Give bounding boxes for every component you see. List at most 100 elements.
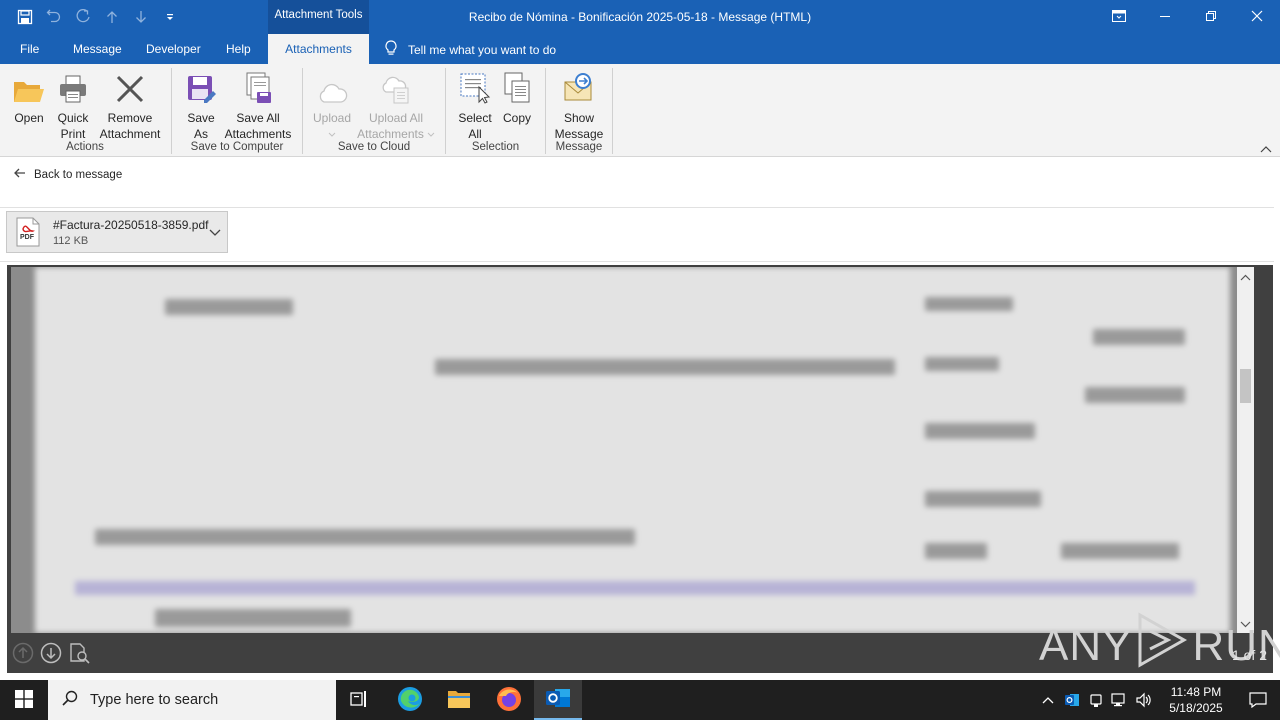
open-button[interactable]: Open — [8, 70, 50, 126]
open-label: Open — [14, 111, 44, 125]
attachment-dropdown-icon[interactable] — [209, 226, 221, 240]
quick-print-button[interactable]: Quick Print — [52, 70, 94, 142]
folder-open-icon — [8, 70, 50, 104]
taskbar-edge[interactable] — [386, 680, 434, 720]
next-item-icon[interactable] — [128, 6, 153, 28]
restore-icon[interactable] — [1188, 0, 1234, 32]
close-icon[interactable] — [1234, 0, 1280, 32]
group-selection-label: Selection — [471, 141, 520, 153]
save-as-icon — [180, 70, 222, 104]
taskbar-file-explorer[interactable] — [435, 680, 483, 720]
notifications-icon[interactable] — [1236, 680, 1280, 720]
upload-all-dropdown-icon — [427, 126, 435, 142]
firefox-icon — [496, 686, 522, 715]
tab-file[interactable]: File — [20, 34, 39, 64]
task-view-icon — [350, 690, 370, 711]
save-all-icon — [222, 70, 294, 104]
edge-icon — [397, 686, 423, 715]
upload-all-label-2: Attachments — [357, 127, 424, 141]
copy-button[interactable]: Copy — [498, 70, 536, 126]
upload-button[interactable]: Upload — [310, 70, 354, 142]
anyrun-watermark: ANY RUN — [1039, 611, 1280, 680]
select-all-icon — [453, 70, 497, 104]
quick-print-label-2: Print — [60, 127, 86, 141]
find-in-document-icon[interactable] — [67, 641, 91, 665]
taskbar-search[interactable]: Type here to search — [48, 680, 336, 720]
remove-attachment-button[interactable]: Remove Attachment — [96, 70, 164, 142]
tab-attachments[interactable]: Attachments — [268, 34, 369, 64]
attachment-tools-context-tab: Attachment Tools — [268, 0, 369, 34]
pdf-file-icon: PDF — [15, 217, 41, 250]
customize-qat-icon[interactable] — [157, 6, 182, 28]
upload-all-attachments-button[interactable]: Upload All Attachments — [354, 70, 438, 142]
ribbon: Open Quick Print Remove Attachment Actio… — [0, 64, 1280, 157]
select-all-label-2: All — [468, 127, 482, 141]
divider — [0, 261, 1274, 262]
redo-icon[interactable] — [70, 6, 95, 28]
taskbar-clock[interactable]: 11:48 PM 5/18/2025 — [1156, 684, 1236, 716]
copy-icon — [498, 70, 536, 104]
ribbon-display-options-icon[interactable] — [1096, 0, 1142, 32]
select-all-button[interactable]: Select All — [453, 70, 497, 142]
window-title: Recibo de Nómina - Bonificación 2025-05-… — [468, 10, 812, 24]
remove-attachment-label-1: Remove — [107, 111, 153, 125]
taskbar-outlook[interactable] — [534, 680, 582, 720]
scroll-up-icon[interactable] — [1240, 271, 1251, 285]
network-icon[interactable] — [1108, 680, 1132, 720]
tell-me-search[interactable]: Tell me what you want to do — [384, 40, 556, 59]
upload-label: Upload — [312, 111, 352, 125]
tab-help[interactable]: Help — [226, 34, 251, 64]
save-all-attachments-button[interactable]: Save All Attachments — [222, 70, 294, 142]
system-tray: 11:48 PM 5/18/2025 — [1036, 680, 1280, 720]
start-button[interactable] — [0, 680, 48, 720]
cloud-upload-all-icon — [354, 70, 438, 104]
tray-device-icon[interactable] — [1084, 680, 1108, 720]
preview-document[interactable] — [11, 267, 1254, 633]
remove-x-icon — [96, 70, 164, 104]
remove-attachment-label-2: Attachment — [99, 127, 161, 141]
minimize-icon[interactable] — [1142, 0, 1188, 32]
ribbon-tabs: File Message Developer Help Attachments … — [0, 34, 1280, 64]
attachment-chip[interactable]: PDF #Factura-20250518-3859.pdf 112 KB — [6, 211, 228, 253]
lightbulb-icon — [384, 40, 398, 59]
save-all-label-1: Save All — [236, 111, 280, 125]
show-message-button[interactable]: Show Message — [552, 70, 606, 142]
watermark-text-run: RUN — [1192, 620, 1280, 670]
divider — [0, 207, 1274, 208]
collapse-ribbon-icon[interactable] — [1260, 142, 1272, 156]
save-as-button[interactable]: Save As — [180, 70, 222, 142]
attachment-filename: #Factura-20250518-3859.pdf — [53, 218, 209, 232]
quick-print-label-1: Quick — [57, 111, 89, 125]
show-message-label-2: Message — [554, 127, 604, 141]
cloud-upload-icon — [310, 70, 354, 104]
task-view-button[interactable] — [336, 680, 384, 720]
windows-logo-icon — [15, 689, 33, 711]
printer-icon — [52, 70, 94, 104]
attachment-size: 112 KB — [53, 235, 89, 247]
attachment-preview: ANY RUN 1 of 2 — [7, 265, 1280, 673]
tab-message[interactable]: Message — [73, 34, 122, 64]
watermark-text-any: ANY — [1039, 620, 1133, 670]
save-icon[interactable] — [12, 6, 37, 28]
previous-item-icon[interactable] — [99, 6, 124, 28]
scrollbar-thumb[interactable] — [1240, 369, 1251, 403]
save-all-label-2: Attachments — [224, 127, 292, 141]
preview-vertical-scrollbar[interactable] — [1237, 267, 1254, 633]
reading-pane-header: Back to message — [0, 158, 1280, 206]
previous-page-icon[interactable] — [11, 641, 35, 665]
back-to-message-link[interactable]: Back to message — [14, 168, 122, 181]
upload-dropdown-icon — [310, 126, 354, 142]
show-message-icon — [552, 70, 606, 104]
tray-overflow-icon[interactable] — [1036, 680, 1060, 720]
taskbar-firefox[interactable] — [485, 680, 533, 720]
tell-me-label: Tell me what you want to do — [408, 42, 557, 57]
tray-outlook-icon[interactable] — [1060, 680, 1084, 720]
back-to-message-label: Back to message — [34, 168, 123, 181]
tab-developer[interactable]: Developer — [146, 34, 201, 64]
volume-icon[interactable] — [1132, 680, 1156, 720]
folder-icon — [447, 689, 471, 712]
undo-icon[interactable] — [41, 6, 66, 28]
clock-date: 5/18/2025 — [1169, 701, 1223, 715]
save-as-label-1: Save — [187, 111, 215, 125]
next-page-icon[interactable] — [39, 641, 63, 665]
